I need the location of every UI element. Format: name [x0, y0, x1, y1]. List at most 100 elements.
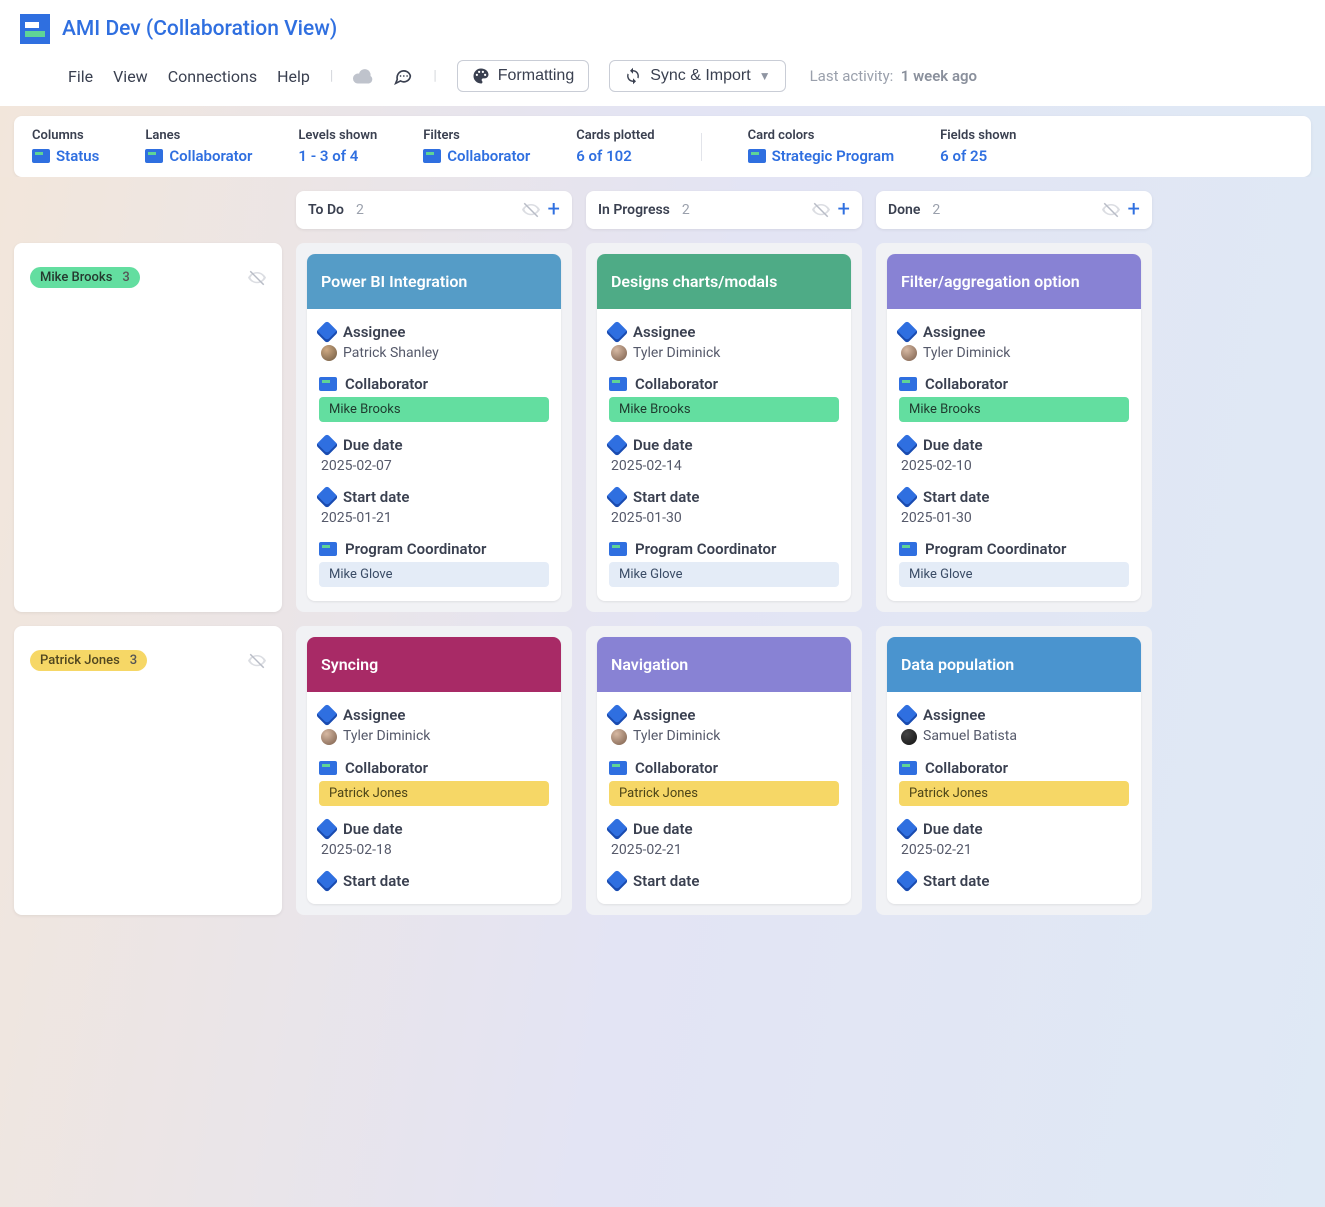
collaborator-chip: Patrick Jones [609, 781, 839, 806]
column-header-done: Done 2 + [876, 191, 1152, 229]
cell-todo-patrick: Syncing Assignee Tyler Diminick Collabor… [296, 626, 572, 914]
menu-view[interactable]: View [113, 67, 148, 86]
diamond-icon [316, 486, 339, 509]
diamond-icon [316, 869, 339, 892]
filter-separator [701, 133, 702, 161]
add-card-icon[interactable]: + [1128, 201, 1140, 219]
card[interactable]: Filter/aggregation option Assignee Tyler… [887, 254, 1141, 601]
lane-patrick-jones: Patrick Jones 3 [14, 626, 282, 914]
field-label-collaborator: Collaborator [635, 759, 718, 777]
diamond-icon [316, 434, 339, 457]
field-label-due: Due date [633, 820, 693, 838]
menu-separator: | [330, 68, 333, 84]
field-label-start: Start date [343, 872, 409, 890]
due-value: 2025-02-14 [609, 458, 839, 474]
diamond-icon [896, 869, 919, 892]
filter-lanes-label: Lanes [145, 128, 252, 143]
filter-fields-label: Fields shown [940, 128, 1016, 143]
column-count: 2 [356, 202, 364, 218]
cloud-icon[interactable] [353, 68, 373, 84]
menu-connections[interactable]: Connections [168, 67, 257, 86]
assignee-value: Tyler Diminick [923, 345, 1010, 361]
menu-separator: | [433, 68, 436, 84]
board-icon [319, 377, 337, 391]
card[interactable]: Navigation Assignee Tyler Diminick Colla… [597, 637, 851, 903]
filter-colors[interactable]: Card colors Strategic Program [748, 128, 895, 165]
card-title: Designs charts/modals [597, 254, 851, 309]
field-label-collaborator: Collaborator [925, 375, 1008, 393]
field-label-assignee: Assignee [343, 323, 405, 341]
board-icon [899, 377, 917, 391]
hide-column-icon[interactable] [812, 201, 830, 219]
board-icon [319, 542, 337, 556]
diamond-icon [606, 704, 629, 727]
menu-help[interactable]: Help [277, 67, 310, 86]
board-icon [609, 542, 627, 556]
card-title: Power BI Integration [307, 254, 561, 309]
lane-tag[interactable]: Mike Brooks 3 [30, 267, 140, 288]
field-label-coord: Program Coordinator [635, 540, 776, 558]
filter-columns[interactable]: Columns Status [32, 128, 99, 165]
field-label-assignee: Assignee [923, 706, 985, 724]
avatar-icon [321, 345, 337, 361]
collaborator-chip: Mike Brooks [609, 397, 839, 422]
diamond-icon [896, 486, 919, 509]
filter-fields[interactable]: Fields shown 6 of 25 [940, 128, 1016, 165]
card[interactable]: Designs charts/modals Assignee Tyler Dim… [597, 254, 851, 601]
hide-column-icon[interactable] [1102, 201, 1120, 219]
board-icon [609, 377, 627, 391]
menu-file[interactable]: File [68, 67, 93, 86]
hide-column-icon[interactable] [522, 201, 540, 219]
filter-filters-label: Filters [423, 128, 530, 143]
avatar-icon [611, 729, 627, 745]
card[interactable]: Syncing Assignee Tyler Diminick Collabor… [307, 637, 561, 903]
column-title: In Progress [598, 202, 670, 218]
filter-lanes[interactable]: Lanes Collaborator [145, 128, 252, 165]
card[interactable]: Data population Assignee Samuel Batista … [887, 637, 1141, 903]
field-label-due: Due date [633, 436, 693, 454]
formatting-button[interactable]: Formatting [457, 60, 589, 92]
cell-inprogress-mike: Designs charts/modals Assignee Tyler Dim… [586, 243, 862, 612]
collaborator-chip: Mike Brooks [899, 397, 1129, 422]
add-card-icon[interactable]: + [548, 201, 560, 219]
filter-filters[interactable]: Filters Collaborator [423, 128, 530, 165]
diamond-icon [896, 434, 919, 457]
lane-count: 3 [122, 270, 129, 285]
lane-tag[interactable]: Patrick Jones 3 [30, 650, 147, 671]
assignee-value: Tyler Diminick [633, 728, 720, 744]
assignee-value: Samuel Batista [923, 728, 1017, 744]
diamond-icon [896, 704, 919, 727]
field-label-assignee: Assignee [633, 706, 695, 724]
last-activity-label: Last activity: [810, 67, 894, 85]
avatar-icon [901, 729, 917, 745]
chat-icon[interactable] [393, 67, 413, 85]
filter-cards[interactable]: Cards plotted 6 of 102 [576, 128, 654, 165]
card[interactable]: Power BI Integration Assignee Patrick Sh… [307, 254, 561, 601]
field-label-collaborator: Collaborator [345, 375, 428, 393]
cell-inprogress-patrick: Navigation Assignee Tyler Diminick Colla… [586, 626, 862, 914]
sync-import-button[interactable]: Sync & Import ▼ [609, 60, 785, 92]
field-label-start: Start date [923, 872, 989, 890]
diamond-icon [896, 817, 919, 840]
hide-lane-icon[interactable] [248, 652, 266, 670]
filter-lanes-value: Collaborator [169, 147, 252, 165]
main-menu: File View Connections Help | | Formattin… [20, 54, 1305, 106]
start-value: 2025-01-30 [609, 510, 839, 526]
add-card-icon[interactable]: + [838, 201, 850, 219]
filter-cards-label: Cards plotted [576, 128, 654, 143]
filter-colors-value: Strategic Program [772, 147, 895, 165]
diamond-icon [606, 486, 629, 509]
avatar-icon [901, 345, 917, 361]
diamond-icon [606, 321, 629, 344]
card-title: Filter/aggregation option [887, 254, 1141, 309]
last-activity-value: 1 week ago [901, 67, 977, 85]
board-icon [319, 761, 337, 775]
collaborator-chip: Patrick Jones [899, 781, 1129, 806]
avatar-icon [611, 345, 627, 361]
card-title: Syncing [307, 637, 561, 692]
filter-levels[interactable]: Levels shown 1 - 3 of 4 [298, 128, 377, 165]
diamond-icon [606, 817, 629, 840]
field-label-due: Due date [343, 436, 403, 454]
hide-lane-icon[interactable] [248, 269, 266, 287]
coordinator-chip: Mike Glove [899, 562, 1129, 587]
